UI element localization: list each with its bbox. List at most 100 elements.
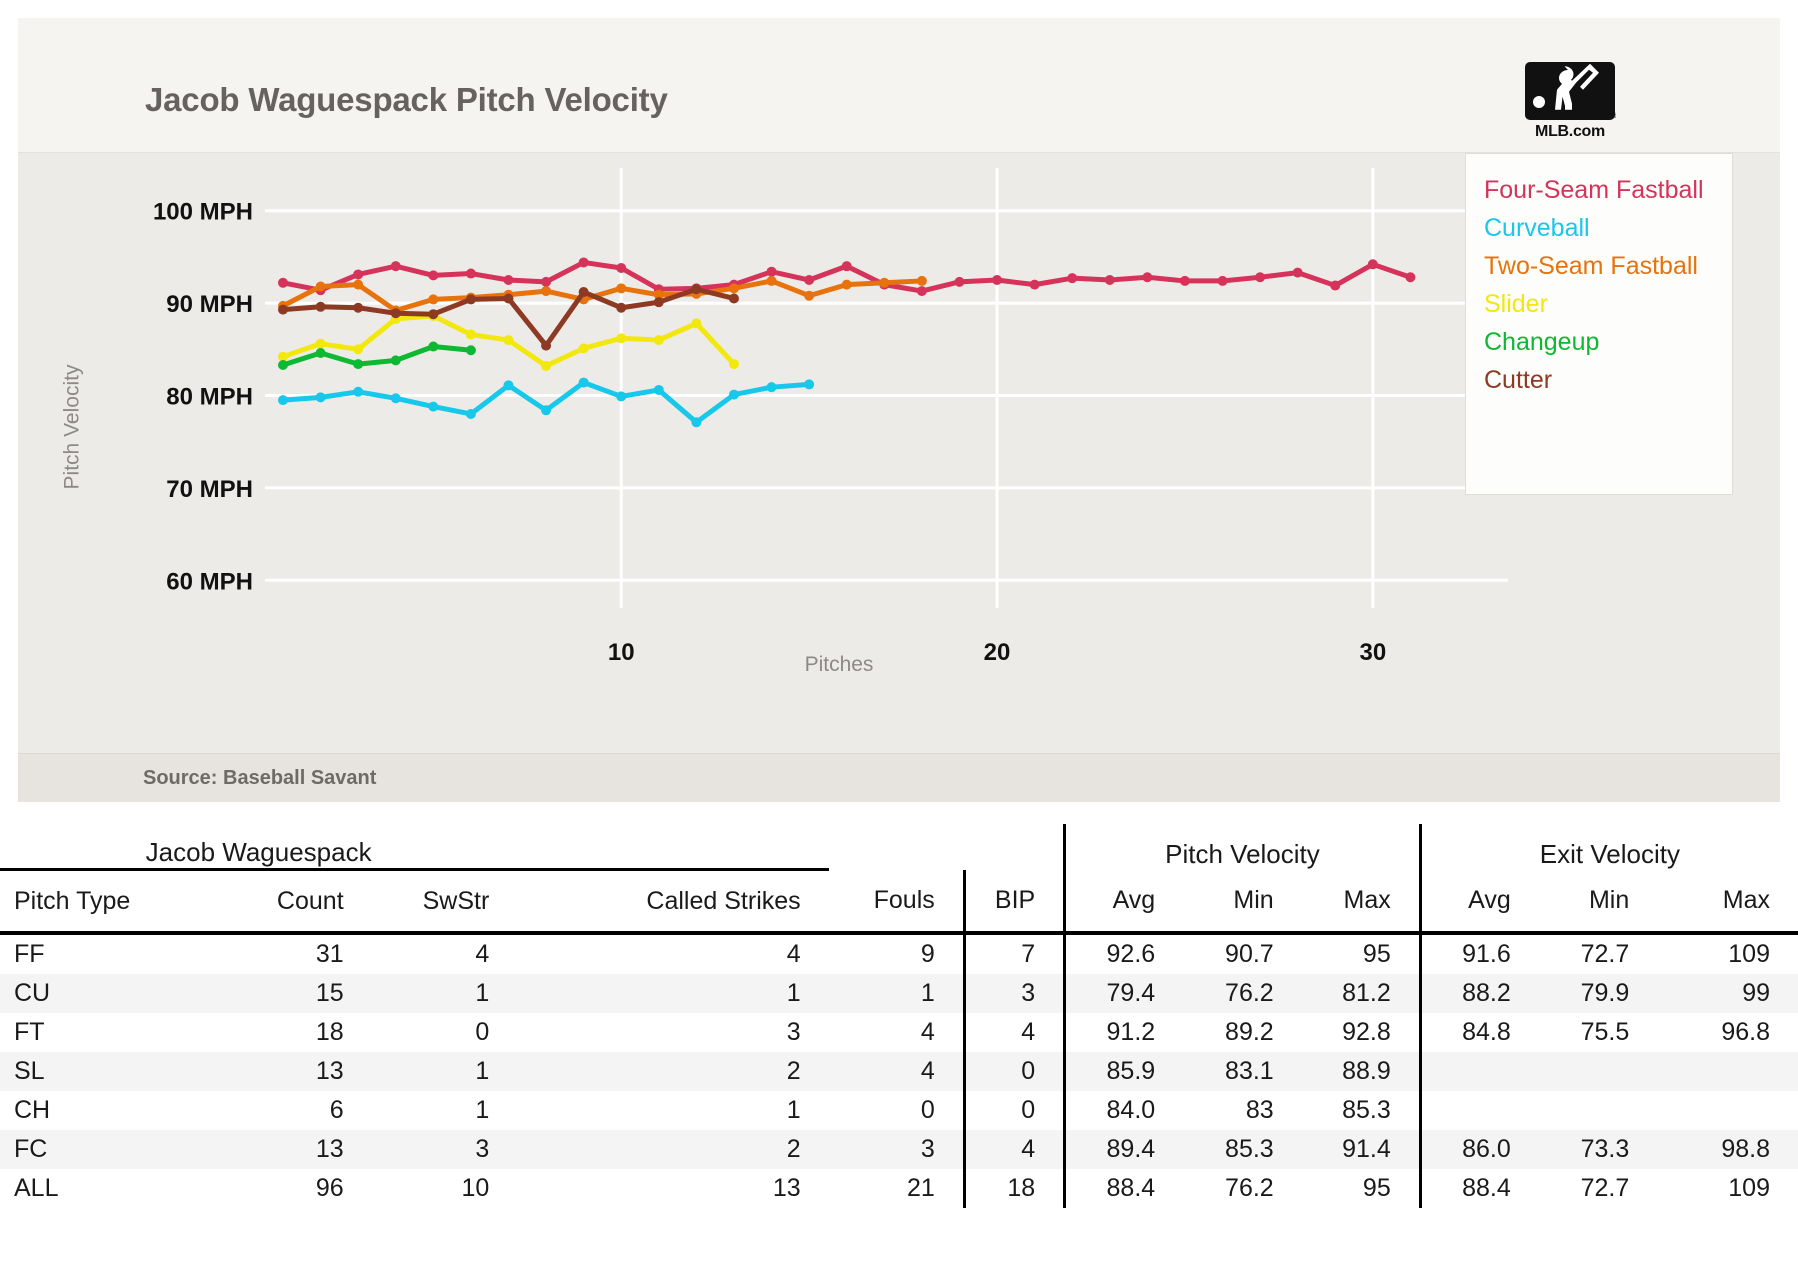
cell-pv-max: 91.4 — [1301, 1130, 1421, 1169]
table-row[interactable]: SL 13 1 2 4 0 85.9 83.1 88.9 — [0, 1052, 1798, 1091]
chart-plot-area: 60 MPH 70 MPH 80 MPH 90 MPH 100 MPH 10 20 30 Pi… — [18, 153, 1780, 754]
source-text: Source: Baseball Savant — [143, 767, 377, 789]
cell-ev-min — [1538, 1052, 1658, 1091]
cell-ev-min — [1539, 1091, 1658, 1130]
cell-pv-avg: 89.4 — [1063, 1130, 1184, 1169]
mlb-logo-icon: ® — [1525, 62, 1616, 120]
cell-called-strikes: 1 — [786, 1096, 801, 1124]
cell-ev-max — [1657, 1091, 1798, 1130]
cell-ev-avg: 84.8 — [1418, 1013, 1539, 1052]
legend-item-four-seam-fastball[interactable]: Four-Seam Fastball — [1484, 171, 1732, 209]
stats-table-container: Jacob Waguespack Pitch Velocity Exit Vel… — [0, 824, 1798, 1208]
source-bar: Source: Baseball Savant — [18, 753, 1780, 802]
col-header-pv-avg[interactable]: Avg — [1063, 869, 1184, 935]
cell-ev-max: 109 — [1728, 940, 1770, 968]
cell-bip: 4 — [962, 1013, 1065, 1052]
table-row[interactable]: FC 13 3 2 3 4 89.4 85.3 91.4 86.0 73.3 98.8 — [0, 1130, 1798, 1169]
col-header-called-strikes[interactable]: Called Strikes — [517, 869, 829, 935]
legend-item-curveball[interactable]: Curveball — [1484, 209, 1732, 247]
cell-called-strikes: 1 — [517, 974, 829, 1013]
group-header-pitch-velocity: Pitch Velocity — [1063, 824, 1421, 870]
col-header-count[interactable]: Count — [251, 869, 372, 935]
cell-fouls: 4 — [828, 1052, 965, 1091]
cell-ev-max: 109 — [1728, 1174, 1770, 1202]
cell-ev-max — [1657, 1052, 1798, 1091]
table-row[interactable]: FF 31 4 4 9 7 92.6 90.7 95 91.6 72.7 109 — [0, 933, 1798, 974]
cell-pv-avg: 79.4 — [1063, 974, 1184, 1013]
cell-count: 13 — [251, 1130, 372, 1169]
cell-swstr: 1 — [475, 1096, 490, 1124]
col-header-pv-min[interactable]: Min — [1183, 869, 1302, 935]
cell-count: 15 — [251, 974, 372, 1013]
table-row[interactable]: ALL 96 10 13 21 18 88.4 76.2 95 88.4 72.7 109 — [0, 1169, 1798, 1208]
cell-fouls: 3 — [828, 1130, 965, 1169]
cell-pitch-type: FT — [14, 1018, 45, 1046]
cell-pv-max: 88.9 — [1301, 1052, 1421, 1091]
mlb-logo: ® MLB.com — [1515, 60, 1625, 146]
legend-label: Changeup — [1484, 328, 1600, 356]
col-header-ev-min[interactable]: Min — [1538, 869, 1658, 935]
cell-fouls: 9 — [920, 940, 935, 968]
table-row[interactable]: CH 6 1 1 0 0 84.0 83 85.3 — [0, 1091, 1798, 1130]
mlb-logo-text: MLB.com — [1535, 123, 1605, 140]
cell-swstr: 4 — [475, 940, 490, 968]
cell-pv-max: 81.2 — [1301, 974, 1421, 1013]
col-header-pv-max[interactable]: Max — [1301, 869, 1421, 935]
cell-pv-avg: 91.2 — [1063, 1013, 1184, 1052]
cell-ev-avg: 91.6 — [1418, 933, 1539, 974]
cell-ev-max: 96.8 — [1721, 1018, 1770, 1046]
cell-pitch-type: FF — [14, 940, 45, 968]
cell-pv-max: 95 — [1362, 940, 1391, 968]
cell-fouls: 1 — [828, 974, 965, 1013]
svg-text:90 MPH: 90 MPH — [166, 291, 253, 318]
cell-ev-max: 98.8 — [1657, 1130, 1798, 1169]
cell-ev-min: 79.9 — [1538, 974, 1658, 1013]
cell-ev-avg: 88.4 — [1418, 1169, 1539, 1208]
page-title: Jacob Waguespack Pitch Velocity — [145, 81, 668, 118]
cell-pitch-type: CU — [0, 974, 252, 1013]
table-body: FF 31 4 4 9 7 92.6 90.7 95 91.6 72.7 109 CU 15 1 1 1 3 79.… — [0, 933, 1798, 1208]
cell-fouls: 4 — [920, 1018, 935, 1046]
legend-item-cutter[interactable]: Cutter — [1484, 361, 1732, 399]
cell-bip: 7 — [962, 933, 1065, 974]
cell-called-strikes: 2 — [517, 1052, 829, 1091]
legend-item-changeup[interactable]: Changeup — [1484, 323, 1732, 361]
cell-pv-min: 83.1 — [1183, 1052, 1302, 1091]
cell-called-strikes: 3 — [786, 1018, 801, 1046]
cell-ev-avg — [1418, 1091, 1539, 1130]
cell-pv-avg: 92.6 — [1063, 933, 1184, 974]
cell-pv-min: 85.3 — [1183, 1130, 1302, 1169]
table-row[interactable]: CU 15 1 1 1 3 79.4 76.2 81.2 88.2 79.9 99 — [0, 974, 1798, 1013]
legend-item-two-seam-fastball[interactable]: Two-Seam Fastball — [1484, 247, 1732, 285]
group-spacer-2 — [829, 824, 965, 870]
cell-pitch-type: ALL — [14, 1174, 59, 1202]
col-header-fouls[interactable]: Fouls — [828, 869, 965, 935]
chart-card: Jacob Waguespack Pitch Velocity ® MLB.co… — [18, 18, 1780, 802]
legend-item-slider[interactable]: Slider — [1484, 285, 1732, 323]
pitch-velocity-report: Jacob Waguespack Pitch Velocity ® MLB.co… — [0, 0, 1798, 1288]
col-header-swstr[interactable]: SwStr — [371, 869, 518, 935]
col-header-pitch-type[interactable]: Pitch Type — [0, 869, 252, 935]
cell-ev-min: 72.7 — [1580, 940, 1630, 968]
cell-count: 18 — [315, 1018, 344, 1046]
legend-label: Slider — [1484, 290, 1548, 318]
cell-called-strikes: 13 — [772, 1174, 801, 1202]
cell-pv-min: 89.2 — [1225, 1018, 1274, 1046]
svg-text:60 MPH: 60 MPH — [166, 568, 253, 595]
legend-label: Cutter — [1484, 366, 1553, 394]
col-header-ev-max[interactable]: Max — [1657, 869, 1798, 935]
cell-fouls: 0 — [920, 1096, 935, 1124]
table-group-row: Jacob Waguespack Pitch Velocity Exit Vel… — [0, 824, 1798, 871]
cell-pitch-type: SL — [0, 1052, 252, 1091]
col-header-ev-avg[interactable]: Avg — [1418, 869, 1539, 935]
cell-swstr: 1 — [371, 974, 518, 1013]
cell-pv-min: 76.2 — [1183, 974, 1302, 1013]
cell-bip: 0 — [962, 1091, 1065, 1130]
cell-swstr: 10 — [461, 1174, 490, 1202]
legend-label: Two-Seam Fastball — [1484, 252, 1698, 280]
cell-pv-max: 95 — [1362, 1174, 1391, 1202]
table-row[interactable]: FT 18 0 3 4 4 91.2 89.2 92.8 84.8 75.5 96.8 — [0, 1013, 1798, 1052]
legend-label: Four-Seam Fastball — [1484, 176, 1704, 204]
col-header-bip[interactable]: BIP — [962, 869, 1065, 935]
cell-pv-avg: 88.4 — [1063, 1169, 1184, 1208]
